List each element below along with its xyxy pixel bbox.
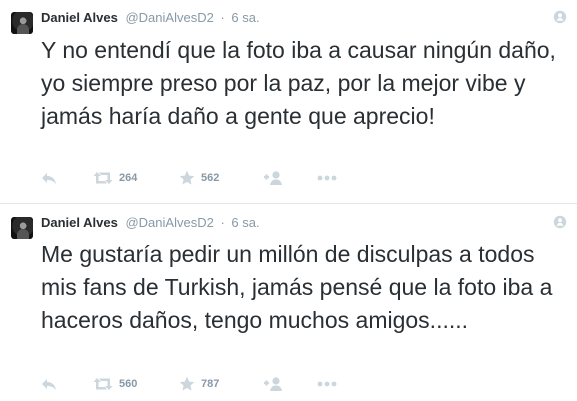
retweet-icon [93, 378, 113, 390]
reply-button[interactable] [41, 169, 57, 187]
follow-button[interactable] [263, 169, 285, 187]
retweet-icon [93, 172, 113, 184]
author-name[interactable]: Daniel Alves [41, 10, 118, 25]
star-icon [179, 376, 195, 391]
follow-button[interactable] [263, 375, 285, 393]
star-icon [179, 170, 195, 185]
avatar[interactable] [11, 217, 33, 239]
author-name[interactable]: Daniel Alves [41, 215, 118, 230]
timestamp[interactable]: 6 sa. [231, 10, 259, 25]
avatar[interactable] [11, 12, 33, 34]
reply-icon [42, 379, 56, 390]
retweet-count: 264 [119, 172, 138, 184]
timeline: Daniel Alves @DaniAlvesD2 · 6 sa. Y no e… [0, 0, 577, 401]
more-icon [317, 381, 337, 387]
separator: · [220, 215, 225, 230]
favorite-count: 562 [201, 172, 220, 184]
retweet-button[interactable]: 560 [93, 375, 137, 393]
favorite-button[interactable]: 787 [179, 375, 219, 393]
separator: · [220, 10, 225, 25]
retweet-button[interactable]: 264 [93, 169, 137, 187]
follow-user-icon [264, 377, 282, 391]
tweet-header: Daniel Alves @DaniAlvesD2 · 6 sa. [41, 214, 260, 232]
reply-button[interactable] [41, 375, 57, 393]
follow-user-icon [264, 171, 282, 185]
timestamp[interactable]: 6 sa. [231, 215, 259, 230]
tweet-actions: 264 562 [41, 169, 371, 187]
tweet-text: Me gustaría pedir un millón de disculpas… [41, 241, 553, 333]
tweet-actions: 560 787 [41, 375, 371, 393]
tweet[interactable]: Daniel Alves @DaniAlvesD2 · 6 sa. Me gus… [0, 205, 577, 401]
favorite-count: 787 [201, 378, 220, 390]
more-button[interactable] [317, 375, 337, 393]
author-handle[interactable]: @DaniAlvesD2 [125, 215, 213, 230]
tweet[interactable]: Daniel Alves @DaniAlvesD2 · 6 sa. Y no e… [0, 0, 577, 204]
follow-corner-icon[interactable] [553, 215, 567, 229]
more-button[interactable] [317, 169, 337, 187]
follow-corner-icon[interactable] [553, 10, 567, 24]
favorite-button[interactable]: 562 [179, 169, 219, 187]
author-handle[interactable]: @DaniAlvesD2 [125, 10, 213, 25]
reply-icon [42, 173, 56, 184]
tweet-header: Daniel Alves @DaniAlvesD2 · 6 sa. [41, 9, 260, 27]
retweet-count: 560 [119, 378, 138, 390]
tweet-text: Y no entendí que la foto iba a causar ni… [41, 37, 556, 129]
more-icon [317, 175, 337, 181]
